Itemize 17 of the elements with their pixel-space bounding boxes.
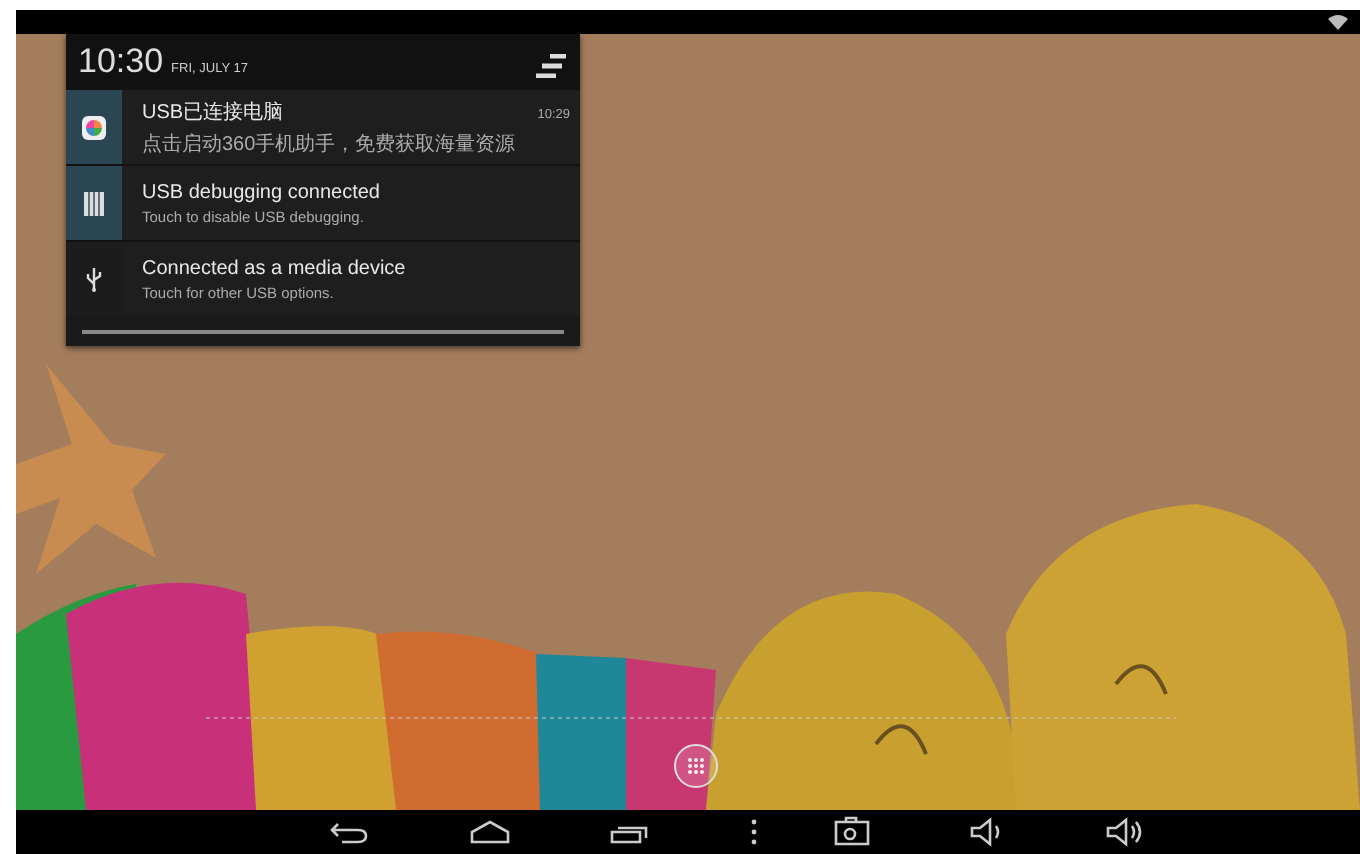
volume-up-icon[interactable] [1106,816,1146,848]
notification-title: USB debugging connected [142,181,382,203]
notification-text: 点击启动360手机助手，免费获取海量资源 [142,131,518,157]
grid-icon [688,758,704,774]
clear-all-icon[interactable] [534,53,568,77]
app-drawer-button[interactable] [674,744,718,788]
notification-title: Connected as a media device [142,257,408,279]
home-icon[interactable] [470,816,510,848]
more-icon[interactable] [750,816,758,848]
panel-handle[interactable] [82,329,564,333]
camera-icon[interactable] [834,816,870,848]
wifi-icon [1328,14,1348,30]
app-icon [82,115,106,139]
clock-time: 10:30 [78,42,164,82]
usb-icon [86,267,102,291]
striped-block-icon [84,191,104,215]
notification-title: USB已连接电脑 [142,99,286,125]
